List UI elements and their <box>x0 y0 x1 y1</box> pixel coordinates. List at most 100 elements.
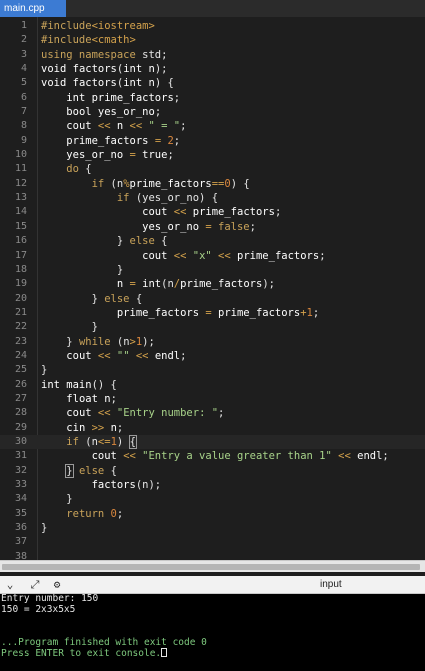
horizontal-scrollbar[interactable] <box>0 560 425 572</box>
code-line[interactable]: 24 cout << "" << endl; <box>0 349 425 363</box>
code-line[interactable]: 3 using namespace std; <box>0 48 425 62</box>
code-text[interactable]: } <box>41 263 123 277</box>
code-line[interactable]: 18 } <box>0 263 425 277</box>
code-line[interactable]: 34 } <box>0 492 425 506</box>
code-token: ; <box>173 91 181 104</box>
code-line[interactable]: 36} <box>0 521 425 535</box>
code-lines[interactable]: 1 #include<iostream> 2 #include<cmath> 3 usin… <box>0 19 425 560</box>
code-line[interactable]: 15 yes_or_no = false; <box>0 220 425 234</box>
code-line[interactable]: 11 do { <box>0 162 425 176</box>
code-token: >> <box>91 421 105 434</box>
code-text[interactable]: return 0; <box>41 507 123 521</box>
code-text[interactable]: cout << "" << endl; <box>41 349 186 363</box>
code-line[interactable]: 31 cout << "Entry a value greater than 1… <box>0 449 425 463</box>
code-text[interactable]: cout << n << " = "; <box>41 119 186 133</box>
code-text[interactable]: n = int(n/prime_factors); <box>41 277 275 291</box>
code-text[interactable]: } else { <box>41 463 117 478</box>
code-line[interactable]: 7 bool yes_or_no; <box>0 105 425 119</box>
code-text[interactable]: if (n<=1) { <box>41 434 137 449</box>
code-text[interactable]: #include<iostream> <box>41 19 155 33</box>
code-text[interactable]: } <box>41 521 47 535</box>
line-number: 14 <box>14 206 27 218</box>
code-text[interactable]: cout << prime_factors; <box>41 205 281 219</box>
code-text[interactable]: do { <box>41 162 91 176</box>
code-text[interactable]: #include<cmath> <box>41 33 136 47</box>
code-text[interactable]: void factors(int n); <box>41 62 167 76</box>
code-token: ); <box>154 63 168 76</box>
code-line[interactable]: 30 if (n<=1) { <box>0 434 425 450</box>
line-number: 10 <box>14 149 27 161</box>
code-token: ; <box>173 134 181 147</box>
code-line[interactable]: 35 return 0; <box>0 507 425 521</box>
code-text[interactable]: } else { <box>41 292 143 306</box>
code-text[interactable]: cout << "x" << prime_factors; <box>41 249 325 263</box>
code-line[interactable]: 20 } else { <box>0 292 425 306</box>
line-number: 35 <box>14 507 27 519</box>
code-line[interactable]: 6 int prime_factors; <box>0 91 425 105</box>
code-line[interactable]: 21 prime_factors = prime_factors+1; <box>0 306 425 320</box>
code-editor[interactable]: 1 #include<iostream> 2 #include<cmath> 3 usin… <box>0 17 425 560</box>
code-text[interactable]: cout << "Entry number: "; <box>41 406 224 420</box>
code-line[interactable]: 28 cout << "Entry number: "; <box>0 406 425 420</box>
code-line[interactable]: 12 if (n%prime_factors==0) { <box>0 177 425 191</box>
code-line[interactable]: 29 cin >> n; <box>0 421 425 435</box>
code-line[interactable]: 23 } while (n>1); <box>0 335 425 349</box>
code-line[interactable]: 1 #include<iostream> <box>0 19 425 33</box>
code-text[interactable]: cout << "Entry a value greater than 1" <… <box>41 449 389 463</box>
code-line[interactable]: 37 <box>0 535 425 549</box>
code-text[interactable]: cin >> n; <box>41 421 123 435</box>
settings-icon[interactable]: ⚙ <box>50 578 64 592</box>
code-text[interactable]: } while (n>1); <box>41 335 155 349</box>
code-line[interactable]: 10 yes_or_no = true; <box>0 148 425 162</box>
code-token: ; <box>180 120 187 133</box>
code-token: using namespace <box>41 48 136 61</box>
code-line[interactable]: 22 } <box>0 320 425 334</box>
code-line[interactable]: 38 <box>0 550 425 560</box>
code-text[interactable]: bool yes_or_no; <box>41 105 161 119</box>
code-line[interactable]: 17 cout << "x" << prime_factors; <box>0 249 425 263</box>
code-line[interactable]: 32 } else { <box>0 463 425 478</box>
code-line[interactable]: 13 if (yes_or_no) { <box>0 191 425 205</box>
code-text[interactable]: using namespace std; <box>41 48 167 62</box>
code-text[interactable]: int main() { <box>41 378 117 392</box>
code-text[interactable]: } <box>41 320 98 334</box>
chevron-down-icon[interactable]: ⌄ <box>3 578 17 592</box>
code-text[interactable]: } <box>41 492 72 506</box>
code-text[interactable]: float n; <box>41 392 117 406</box>
code-line[interactable]: 5 void factors(int n) { <box>0 76 425 90</box>
code-text[interactable]: yes_or_no = false; <box>41 220 256 234</box>
code-line[interactable]: 9 prime_factors = 2; <box>0 134 425 148</box>
code-token: "x" <box>186 249 219 262</box>
console-cursor <box>161 648 168 658</box>
code-text[interactable]: yes_or_no = true; <box>41 148 173 162</box>
code-text[interactable]: } <box>41 363 47 377</box>
code-line[interactable]: 4 void factors(int n); <box>0 62 425 76</box>
code-text[interactable]: prime_factors = prime_factors+1; <box>41 306 319 320</box>
code-text[interactable]: if (yes_or_no) { <box>41 191 218 205</box>
code-line[interactable]: 16 } else { <box>0 234 425 248</box>
code-text[interactable]: if (n%prime_factors==0) { <box>41 177 250 191</box>
code-token: prime_factors <box>230 249 320 262</box>
code-text[interactable]: prime_factors = 2; <box>41 134 180 148</box>
code-text[interactable]: } else { <box>41 234 168 248</box>
code-text[interactable]: factors(n); <box>41 478 162 492</box>
output-console[interactable]: Entry number: 150 150 = 2x3x5x5 ...Progr… <box>0 593 425 671</box>
code-line[interactable]: 19 n = int(n/prime_factors); <box>0 277 425 291</box>
code-line[interactable]: 33 factors(n); <box>0 478 425 492</box>
code-token: while <box>78 335 111 348</box>
code-text[interactable]: void factors(int n) { <box>41 76 174 90</box>
code-line[interactable]: 8 cout << n << " = "; <box>0 119 425 133</box>
code-text[interactable]: int prime_factors; <box>41 91 180 105</box>
code-line[interactable]: 14 cout << prime_factors; <box>0 205 425 219</box>
code-line[interactable]: 25} <box>0 363 425 377</box>
scrollbar-thumb[interactable] <box>2 564 420 570</box>
code-token: ; <box>110 392 117 405</box>
code-line[interactable]: 26 int main() { <box>0 378 425 392</box>
code-line[interactable]: 27 float n; <box>0 392 425 406</box>
code-line[interactable]: 2 #include<cmath> <box>0 33 425 47</box>
expand-icon[interactable]: ⤢ <box>28 578 42 592</box>
tab-main-cpp[interactable]: main.cpp <box>0 0 66 17</box>
